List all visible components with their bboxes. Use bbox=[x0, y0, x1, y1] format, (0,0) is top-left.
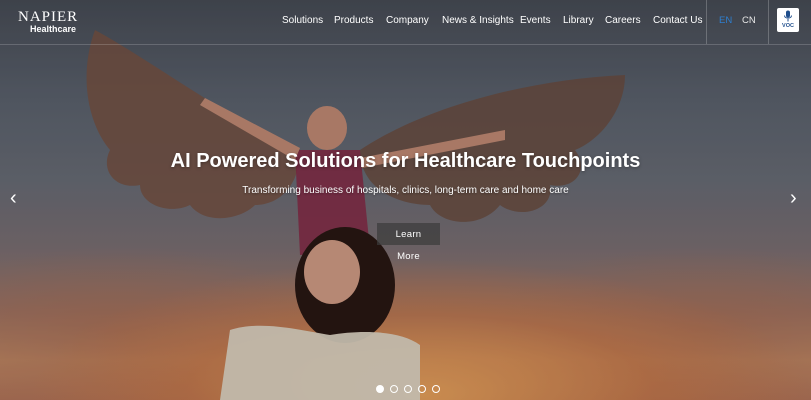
chevron-left-icon[interactable]: ‹ bbox=[10, 188, 17, 208]
carousel-dot[interactable] bbox=[376, 385, 384, 393]
nav-item-library[interactable]: Library bbox=[563, 15, 594, 26]
napier-logo[interactable]: NAPIER Healthcare bbox=[18, 9, 79, 35]
nav-item-products[interactable]: Products bbox=[334, 15, 373, 26]
voc-label: VOC bbox=[782, 23, 794, 29]
carousel-dot[interactable] bbox=[390, 385, 398, 393]
nav-item-company[interactable]: Company bbox=[386, 15, 429, 26]
learn-more-button[interactable]: Learn More bbox=[377, 223, 440, 262]
logo-subtitle: Healthcare bbox=[30, 24, 77, 34]
nav-item-contact-us[interactable]: Contact Us bbox=[653, 15, 702, 26]
lang-en-link[interactable]: EN bbox=[719, 15, 732, 26]
nav-item-solutions[interactable]: Solutions bbox=[282, 15, 323, 26]
nav-item-events[interactable]: Events bbox=[520, 15, 551, 26]
lang-cn-link[interactable]: CN bbox=[742, 15, 756, 26]
hero-subheadline: Transforming business of hospitals, clin… bbox=[242, 185, 569, 196]
lang-divider bbox=[768, 0, 769, 44]
hero-overlay bbox=[0, 0, 811, 400]
top-navigation-bar: NAPIER Healthcare Solutions Products Com… bbox=[0, 0, 811, 45]
nav-divider bbox=[706, 0, 707, 44]
carousel-dot[interactable] bbox=[432, 385, 440, 393]
microphone-icon bbox=[784, 10, 792, 22]
nav-item-news-insights[interactable]: News & Insights bbox=[442, 15, 514, 26]
nav-item-careers[interactable]: Careers bbox=[605, 15, 641, 26]
hero-headline: AI Powered Solutions for Healthcare Touc… bbox=[170, 150, 641, 172]
logo-wordmark: NAPIER bbox=[18, 9, 79, 25]
carousel-dot[interactable] bbox=[418, 385, 426, 393]
hero-banner bbox=[0, 0, 811, 400]
carousel-dot[interactable] bbox=[404, 385, 412, 393]
chevron-right-icon[interactable]: › bbox=[790, 188, 797, 208]
voc-button[interactable]: VOC bbox=[777, 8, 799, 32]
